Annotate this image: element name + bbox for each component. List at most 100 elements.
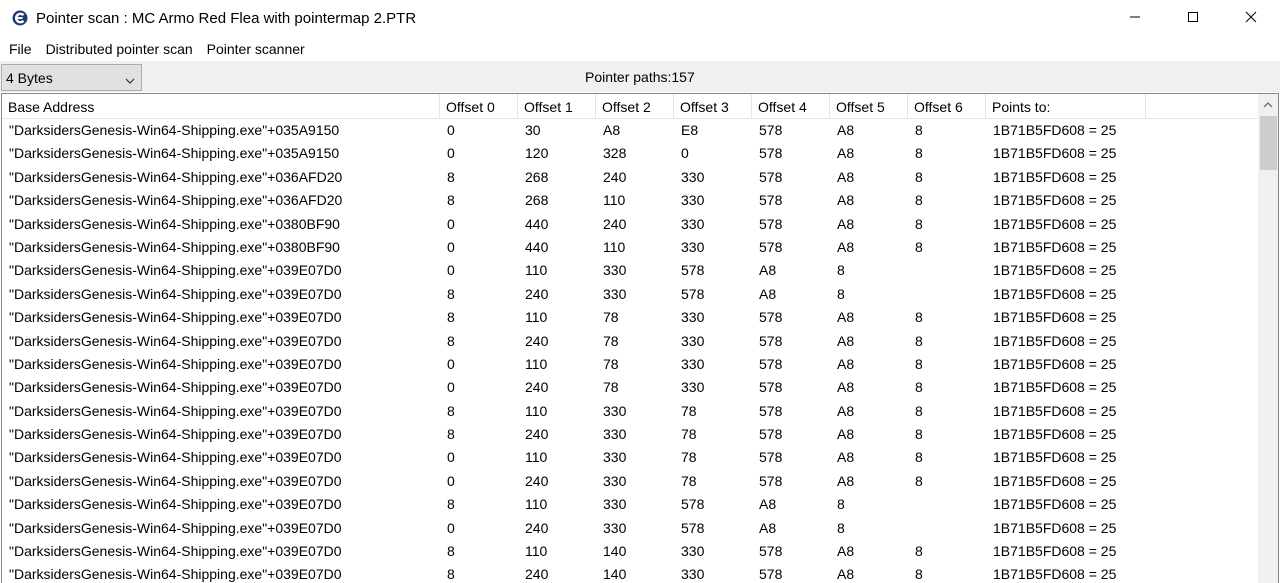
cell-offset-2: 330 <box>603 426 627 443</box>
cell-offset-3: 330 <box>681 379 705 396</box>
table-row[interactable]: "DarksidersGenesis-Win64-Shipping.exe"+0… <box>2 446 1258 469</box>
table-row[interactable]: "DarksidersGenesis-Win64-Shipping.exe"+0… <box>2 540 1258 563</box>
vertical-scrollbar[interactable] <box>1258 94 1278 583</box>
cell-offset-1: 240 <box>525 379 549 396</box>
table-row[interactable]: "DarksidersGenesis-Win64-Shipping.exe"+0… <box>2 142 1258 165</box>
column-header-offset-1[interactable]: Offset 1 <box>518 94 596 119</box>
menu-distributed-pointer-scan[interactable]: Distributed pointer scan <box>39 37 200 61</box>
table-row[interactable]: "DarksidersGenesis-Win64-Shipping.exe"+0… <box>2 189 1258 212</box>
table-row[interactable]: "DarksidersGenesis-Win64-Shipping.exe"+0… <box>2 353 1258 376</box>
pointer-paths-count: Pointer paths:157 <box>585 69 695 85</box>
cell-offset-0: 8 <box>447 566 455 583</box>
cell-offset-4: 578 <box>759 238 783 255</box>
column-header-base-address[interactable]: Base Address <box>2 94 440 119</box>
cell-offset-6: 8 <box>915 238 923 255</box>
table-row[interactable]: "DarksidersGenesis-Win64-Shipping.exe"+0… <box>2 470 1258 493</box>
table-row[interactable]: "DarksidersGenesis-Win64-Shipping.exe"+0… <box>2 423 1258 446</box>
cell-offset-6: 8 <box>915 192 923 209</box>
scroll-thumb[interactable] <box>1260 116 1277 170</box>
column-header-offset-2[interactable]: Offset 2 <box>596 94 674 119</box>
cell-offset-2: 240 <box>603 168 627 185</box>
cell-points-to: 1B71B5FD608 = 25 <box>993 426 1117 443</box>
menu-file[interactable]: File <box>2 37 39 61</box>
column-header-points-to[interactable]: Points to: <box>986 94 1146 119</box>
cell-offset-1: 110 <box>525 402 548 419</box>
cell-offset-6: 8 <box>915 379 923 396</box>
cell-offset-0: 0 <box>447 519 455 536</box>
cell-offset-2: 78 <box>603 355 619 372</box>
close-button[interactable] <box>1222 0 1280 36</box>
cell-offset-0: 0 <box>447 262 455 279</box>
cell-base-address: "DarksidersGenesis-Win64-Shipping.exe"+0… <box>9 309 342 326</box>
table-row[interactable]: "DarksidersGenesis-Win64-Shipping.exe"+0… <box>2 400 1258 423</box>
column-header-offset-6[interactable]: Offset 6 <box>908 94 986 119</box>
value-type-label: 4 Bytes <box>6 69 53 86</box>
column-header-offset-5[interactable]: Offset 5 <box>830 94 908 119</box>
cell-offset-5: A8 <box>837 449 855 466</box>
cell-base-address: "DarksidersGenesis-Win64-Shipping.exe"+0… <box>9 496 342 513</box>
maximize-button[interactable] <box>1164 0 1222 36</box>
cell-offset-6 <box>908 259 986 282</box>
cell-base-address: "DarksidersGenesis-Win64-Shipping.exe"+0… <box>9 566 342 583</box>
minimize-button[interactable] <box>1106 0 1164 36</box>
cell-base-address: "DarksidersGenesis-Win64-Shipping.exe"+0… <box>9 402 342 419</box>
table-row[interactable]: "DarksidersGenesis-Win64-Shipping.exe"+0… <box>2 236 1258 259</box>
cell-points-to: 1B71B5FD608 = 25 <box>993 285 1117 302</box>
cell-offset-2: 330 <box>603 402 627 419</box>
table-row[interactable]: "DarksidersGenesis-Win64-Shipping.exe"+0… <box>2 283 1258 306</box>
menu-pointer-scanner[interactable]: Pointer scanner <box>200 37 312 61</box>
cell-base-address: "DarksidersGenesis-Win64-Shipping.exe"+0… <box>9 355 342 372</box>
table-row[interactable]: "DarksidersGenesis-Win64-Shipping.exe"+0… <box>2 517 1258 540</box>
title-bar[interactable]: Pointer scan : MC Armo Red Flea with poi… <box>0 0 1280 36</box>
cell-offset-3: 78 <box>681 426 697 443</box>
cell-offset-1: 240 <box>525 285 549 302</box>
table-row[interactable]: "DarksidersGenesis-Win64-Shipping.exe"+0… <box>2 376 1258 399</box>
cell-offset-6: 8 <box>915 309 923 326</box>
toolbar: 4 Bytes Pointer paths:157 <box>0 61 1280 92</box>
cell-offset-0: 0 <box>447 145 455 162</box>
cell-points-to: 1B71B5FD608 = 25 <box>993 262 1117 279</box>
table-row[interactable]: "DarksidersGenesis-Win64-Shipping.exe"+0… <box>2 119 1258 142</box>
cell-offset-1: 440 <box>525 215 549 232</box>
cell-offset-5: 8 <box>837 519 845 536</box>
cell-points-to: 1B71B5FD608 = 25 <box>993 402 1117 419</box>
table-row[interactable]: "DarksidersGenesis-Win64-Shipping.exe"+0… <box>2 330 1258 353</box>
cell-offset-2: 140 <box>603 543 627 560</box>
cell-offset-0: 8 <box>447 543 455 560</box>
cell-points-to: 1B71B5FD608 = 25 <box>993 379 1117 396</box>
table-row[interactable]: "DarksidersGenesis-Win64-Shipping.exe"+0… <box>2 259 1258 282</box>
table-row[interactable]: "DarksidersGenesis-Win64-Shipping.exe"+0… <box>2 306 1258 329</box>
cell-offset-6: 8 <box>915 402 923 419</box>
column-header-offset-3[interactable]: Offset 3 <box>674 94 752 119</box>
cell-base-address: "DarksidersGenesis-Win64-Shipping.exe"+0… <box>9 519 342 536</box>
cell-base-address: "DarksidersGenesis-Win64-Shipping.exe"+0… <box>9 426 342 443</box>
cell-points-to: 1B71B5FD608 = 25 <box>993 168 1117 185</box>
table-row[interactable]: "DarksidersGenesis-Win64-Shipping.exe"+0… <box>2 493 1258 516</box>
cell-base-address: "DarksidersGenesis-Win64-Shipping.exe"+0… <box>9 145 340 162</box>
cell-offset-4: 578 <box>759 332 783 349</box>
cell-offset-4: 578 <box>759 449 783 466</box>
close-icon <box>1245 10 1257 26</box>
pointer-results-table[interactable]: Base Address Offset 0 Offset 1 Offset 2 … <box>1 93 1279 583</box>
chevron-down-icon <box>125 73 135 84</box>
scroll-up-button[interactable] <box>1258 94 1278 114</box>
table-row[interactable]: "DarksidersGenesis-Win64-Shipping.exe"+0… <box>2 213 1258 236</box>
column-header-offset-4[interactable]: Offset 4 <box>752 94 830 119</box>
cell-offset-2: 78 <box>603 332 619 349</box>
cell-offset-5: A8 <box>837 122 855 138</box>
cell-offset-4: 578 <box>759 543 783 560</box>
table-row[interactable]: "DarksidersGenesis-Win64-Shipping.exe"+0… <box>2 563 1258 583</box>
cell-offset-0: 8 <box>447 402 455 419</box>
cell-offset-4: 578 <box>759 122 783 138</box>
table-row[interactable]: "DarksidersGenesis-Win64-Shipping.exe"+0… <box>2 166 1258 189</box>
cell-points-to: 1B71B5FD608 = 25 <box>993 215 1117 232</box>
cell-base-address: "DarksidersGenesis-Win64-Shipping.exe"+0… <box>9 122 340 138</box>
cell-offset-1: 240 <box>525 519 549 536</box>
value-type-select[interactable]: 4 Bytes <box>1 64 142 91</box>
table-body: "DarksidersGenesis-Win64-Shipping.exe"+0… <box>2 119 1258 583</box>
cell-points-to: 1B71B5FD608 = 25 <box>993 543 1117 560</box>
cell-offset-6 <box>908 493 986 516</box>
column-header-offset-0[interactable]: Offset 0 <box>440 94 518 119</box>
cell-offset-0: 0 <box>447 238 455 255</box>
cell-offset-3: 78 <box>681 449 697 466</box>
